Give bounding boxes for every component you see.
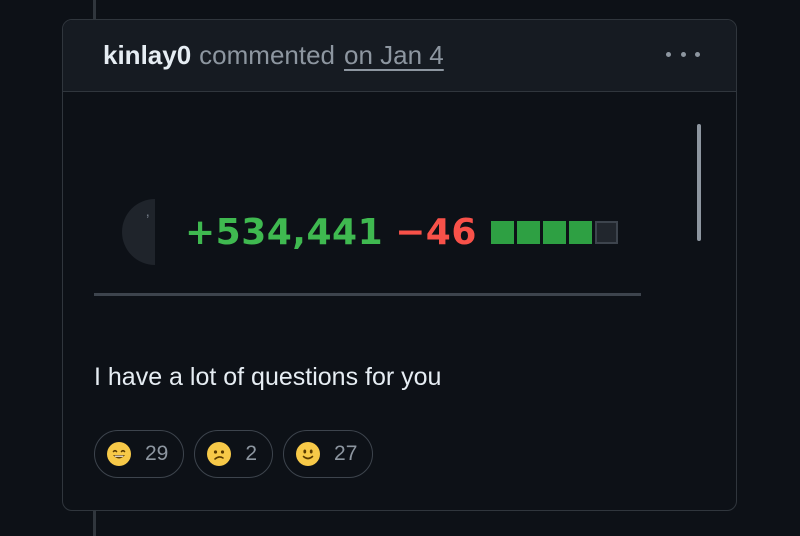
comment-body: I have a lot of questions for you <box>94 363 442 391</box>
avatar-mark: ʼ <box>146 213 150 230</box>
embed-scrollbar[interactable] <box>697 124 701 241</box>
comment-card: kinlay0 commented on Jan 4 ʼ +534,441 −4… <box>62 19 737 511</box>
timeline-line-top <box>93 0 96 19</box>
diff-additions: +534,441 <box>185 211 384 253</box>
diff-deletions: −46 <box>395 211 477 253</box>
diff-block-add <box>490 220 514 244</box>
diff-block-neutral <box>594 220 618 244</box>
reaction-count: 2 <box>245 442 258 465</box>
comment-header: kinlay0 commented on Jan 4 <box>63 20 736 92</box>
diff-block-add <box>516 220 540 244</box>
comment-author[interactable]: kinlay0 <box>103 40 191 71</box>
comment-action: commented <box>199 40 336 70</box>
confused-emoji-icon <box>207 442 232 466</box>
diff-block-add <box>568 220 592 244</box>
timeline-line-bottom <box>93 511 96 536</box>
kebab-dot <box>695 51 700 57</box>
embed-divider <box>94 293 641 296</box>
slight-smile-emoji-icon <box>296 442 321 466</box>
kebab-horizontal-icon[interactable] <box>666 44 700 64</box>
comment-date-link[interactable]: on Jan 4 <box>344 40 444 71</box>
reaction-smile-button[interactable]: 29 <box>94 430 185 478</box>
smile-emoji-icon <box>107 442 131 466</box>
reaction-slight-smile-button[interactable]: 27 <box>283 430 374 478</box>
kebab-dot <box>680 51 686 57</box>
reaction-confused-button[interactable]: 2 <box>194 430 274 478</box>
diff-block-add <box>542 220 566 244</box>
kebab-dot <box>666 51 671 57</box>
diff-blocks <box>490 220 618 244</box>
reaction-count: 29 <box>145 442 169 465</box>
reaction-count: 27 <box>334 442 358 465</box>
reactions-bar: 29 2 27 <box>94 430 374 478</box>
repo-avatar <box>122 199 155 265</box>
diffstat-embed: ʼ +534,441 −46 <box>94 125 641 296</box>
diffstat: +534,441 −46 <box>185 199 618 265</box>
